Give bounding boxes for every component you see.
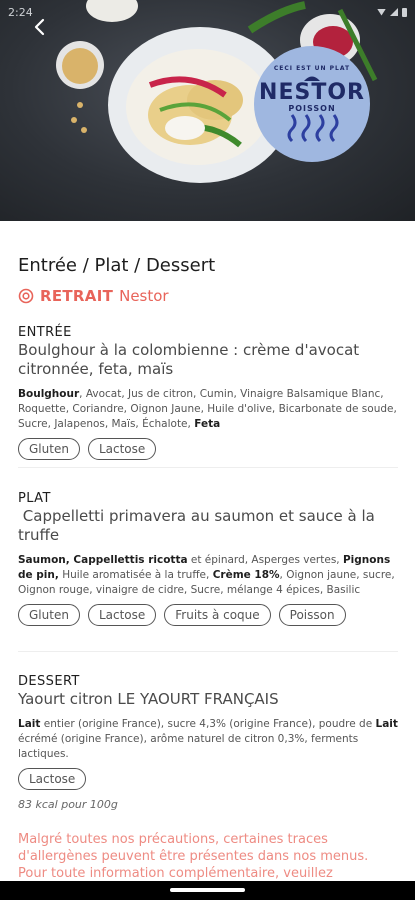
course-plat: PLAT Cappelletti primavera au saumon et … xyxy=(18,491,398,626)
pickup-location: RETRAIT Nestor xyxy=(18,287,169,305)
course-label: DESSERT xyxy=(18,674,80,689)
course-ingredients: Saumon, Cappellettis ricotta et épinard,… xyxy=(18,554,395,596)
course-dessert: DESSERT Yaourt citron LE YAOURT FRANÇAIS… xyxy=(18,674,398,811)
dish-type-badge: CECI EST UN PLAT NESTOR POISSON xyxy=(254,46,370,162)
status-icons xyxy=(377,7,407,17)
menu-detail: Entrée / Plat / Dessert RETRAIT Nestor E… xyxy=(0,221,415,881)
course-label: PLAT xyxy=(18,491,51,506)
course-name: Boulghour à la colombienne : crème d'avo… xyxy=(18,341,360,378)
allergen-tag: Fruits à coque xyxy=(164,604,271,626)
pickup-label: RETRAIT xyxy=(40,287,114,305)
waves-icon xyxy=(287,114,339,143)
divider xyxy=(18,651,398,652)
badge-title: NESTOR xyxy=(259,80,365,105)
navigation-bar xyxy=(0,881,415,900)
allergen-tag: Lactose xyxy=(87,604,157,626)
course-ingredients: Lait entier (origine France), sucre 4,3%… xyxy=(18,718,398,760)
badge-subtitle: POISSON xyxy=(288,104,336,113)
badge-top-text: CECI EST UN PLAT xyxy=(273,65,351,72)
allergen-tag: Poisson xyxy=(278,604,346,626)
allergen-tag: Gluten xyxy=(18,438,80,460)
course-entree: ENTRÉE Boulghour à la colombienne : crèm… xyxy=(18,325,398,460)
course-name: Cappelletti primavera au saumon et sauce… xyxy=(18,507,380,544)
calories-info: 83 kcal pour 100g xyxy=(18,798,118,811)
divider xyxy=(18,467,398,468)
page-title: Entrée / Plat / Dessert xyxy=(18,255,216,276)
target-icon xyxy=(18,288,34,304)
allergen-tags: Gluten Lactose xyxy=(18,438,398,460)
hero-image: 2:24 CECI EST UN PLAT NESTOR POISSON xyxy=(0,0,415,221)
home-handle[interactable] xyxy=(170,888,245,892)
course-name: Yaourt citron LE YAOURT FRANÇAIS xyxy=(18,690,279,708)
allergen-tag: Lactose xyxy=(87,438,157,460)
chevron-left-icon xyxy=(34,18,45,36)
wifi-icon xyxy=(377,8,386,16)
signal-icon xyxy=(390,8,398,16)
allergen-tag: Gluten xyxy=(18,604,80,626)
allergen-tags: Gluten Lactose Fruits à coque Poisson xyxy=(18,604,398,626)
allergen-notice: Malgré toutes nos précautions, certaines… xyxy=(18,832,369,881)
course-label: ENTRÉE xyxy=(18,325,72,340)
course-ingredients: Boulghour, Avocat, Jus de citron, Cumin,… xyxy=(18,388,397,430)
allergen-tag: Lactose xyxy=(18,768,87,790)
allergen-tags: Lactose xyxy=(18,768,398,790)
back-button[interactable] xyxy=(24,12,54,42)
status-bar: 2:24 xyxy=(8,4,407,20)
battery-icon xyxy=(402,7,407,17)
pickup-place: Nestor xyxy=(119,287,169,305)
